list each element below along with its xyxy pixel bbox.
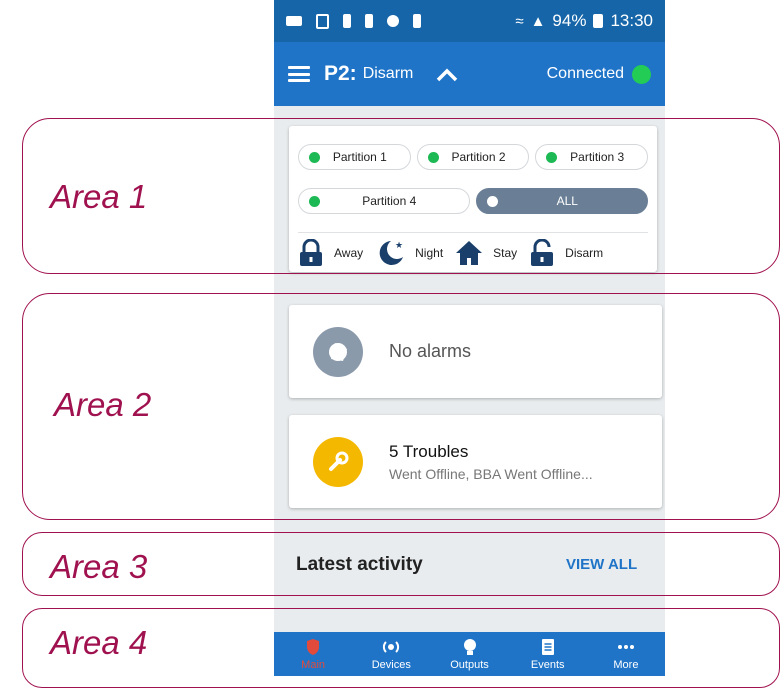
person-icon xyxy=(343,14,351,28)
notification-icons xyxy=(286,13,421,29)
partition-title: P2: xyxy=(324,62,357,85)
battery-icon xyxy=(593,14,604,28)
message-icon xyxy=(286,16,302,26)
person-icon xyxy=(413,14,421,28)
area-4-label: Area 4 xyxy=(50,624,148,661)
wifi-icon: ≈ xyxy=(515,12,524,30)
signal-icon: ▲ xyxy=(530,12,546,30)
area-3-label: Area 3 xyxy=(50,548,148,585)
area-1-label: Area 1 xyxy=(50,178,148,215)
area-2-label: Area 2 xyxy=(54,386,152,423)
system-indicators: ≈ ▲ 94% 13:30 xyxy=(515,11,653,31)
connection-status: Connected xyxy=(546,64,651,84)
status-bar: ≈ ▲ 94% 13:30 xyxy=(274,0,665,42)
person-icon xyxy=(365,14,373,28)
shield-icon xyxy=(387,15,399,27)
connection-dot-icon xyxy=(632,64,651,84)
clock: 13:30 xyxy=(610,11,653,30)
battery-level: 94% xyxy=(552,11,587,30)
app-bar: P2: Disarm Connected xyxy=(274,42,665,106)
connection-label: Connected xyxy=(546,65,624,82)
menu-icon[interactable] xyxy=(288,66,310,82)
chevron-up-icon[interactable] xyxy=(435,62,459,86)
doc-icon xyxy=(316,13,329,29)
partition-state: Disarm xyxy=(362,65,414,82)
